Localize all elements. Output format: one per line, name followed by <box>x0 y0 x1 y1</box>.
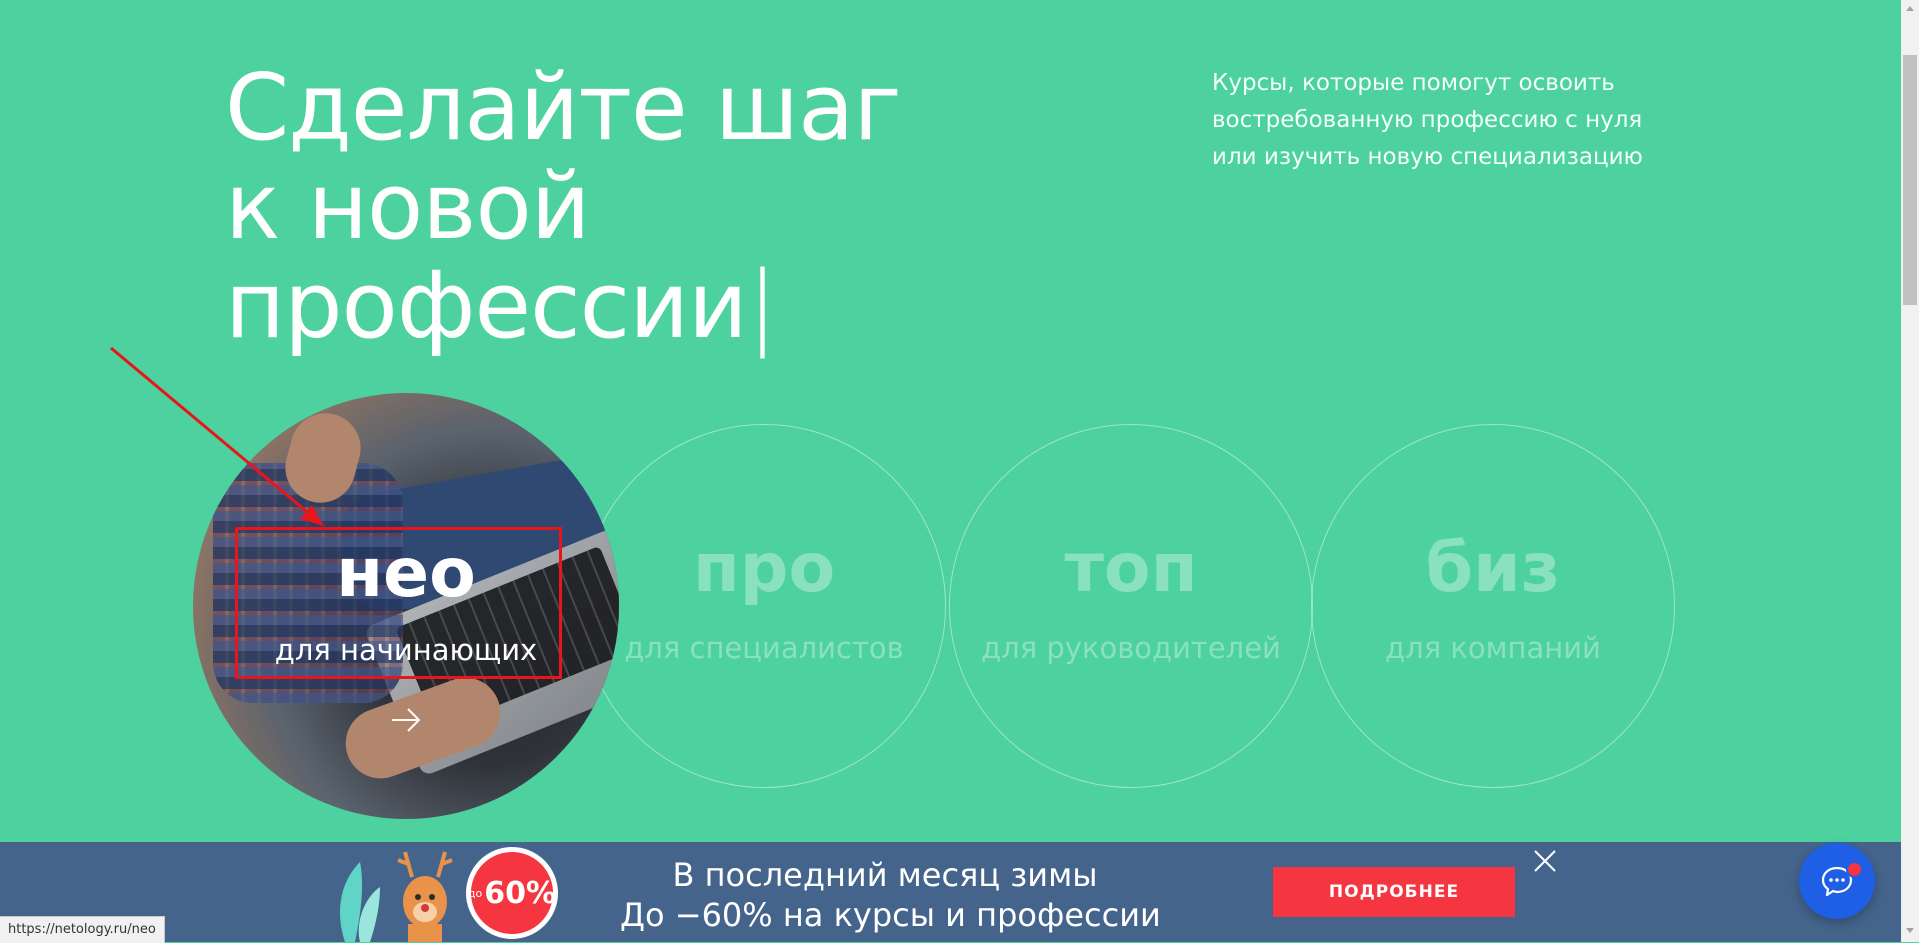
discount-badge-value: 60% <box>484 875 557 911</box>
promo-line-2: До −60% на курсы и профессии <box>620 896 1161 934</box>
hero-title-line-1: Сделайте шаг <box>225 54 902 161</box>
tier-card-pro[interactable]: про для специалистов <box>582 424 946 788</box>
close-icon[interactable] <box>1532 848 1558 874</box>
discount-badge: до 60% <box>466 847 558 939</box>
promo-details-button[interactable]: ПОДРОБНЕЕ <box>1273 867 1515 917</box>
tier-name: топ <box>1064 529 1198 608</box>
scroll-down-arrow-icon[interactable] <box>1906 928 1914 933</box>
promo-text: В последний месяц зимы До −60% на курсы … <box>620 855 1161 935</box>
arrow-right-icon[interactable] <box>389 703 423 737</box>
tier-card-top[interactable]: топ для руководителей <box>949 424 1313 788</box>
tier-subtitle: для специалистов <box>624 631 904 665</box>
typing-cursor: | <box>746 252 778 359</box>
promo-line-1: В последний месяц зимы <box>672 856 1098 894</box>
hero-title-line-3-text: профессии <box>225 252 748 359</box>
hero-title: Сделайте шаг к новой профессии| <box>225 54 902 355</box>
tier-name: биз <box>1425 529 1561 608</box>
vertical-scrollbar[interactable] <box>1901 0 1919 942</box>
annotation-highlight-box <box>235 527 562 679</box>
deer-illustration <box>340 851 453 942</box>
promo-banner: до 60% В последний месяц зимы До −60% на… <box>0 842 1901 942</box>
tier-subtitle: для руководителей <box>981 631 1281 665</box>
chat-notification-dot <box>1846 861 1863 878</box>
tier-subtitle: для компаний <box>1385 631 1601 665</box>
scroll-up-arrow-icon[interactable] <box>1906 6 1914 11</box>
tier-card-biz[interactable]: биз для компаний <box>1311 424 1675 788</box>
hero-description: Курсы, которые помогут освоить востребов… <box>1212 65 1672 176</box>
chat-button[interactable] <box>1799 843 1875 919</box>
discount-badge-prefix: до <box>467 886 483 900</box>
hero-description-line-2: востребованную профессию с нуля <box>1212 107 1643 133</box>
hero-title-line-2: к новой <box>225 153 591 260</box>
hero-description-line-3: или изучить новую специализацию <box>1212 144 1643 170</box>
tier-name: про <box>692 529 836 608</box>
scroll-thumb[interactable] <box>1903 55 1917 305</box>
hero-description-line-1: Курсы, которые помогут освоить <box>1212 70 1615 96</box>
hero-title-line-3: профессии| <box>225 256 901 355</box>
status-bar-url: https://netology.ru/neo <box>0 916 165 943</box>
